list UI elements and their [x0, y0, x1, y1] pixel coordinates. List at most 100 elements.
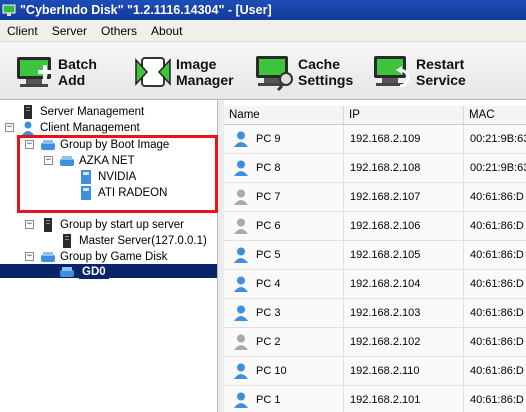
monitor-add-icon — [12, 52, 58, 92]
image-manager-button[interactable]: Image Manager — [130, 50, 234, 94]
cell-ip: 192.168.2.109 — [344, 125, 464, 154]
cache-settings-icon — [252, 52, 298, 92]
batch-add-label-1: Batch — [58, 56, 97, 72]
table-row[interactable]: PC 6 192.168.2.106 40:61:86:D — [224, 212, 526, 241]
server-icon — [20, 105, 36, 119]
pc-user-icon — [234, 276, 248, 292]
table-row[interactable]: PC 2 192.168.2.102 40:61:86:D — [224, 328, 526, 357]
cache-settings-button[interactable]: Cache Settings — [252, 50, 353, 94]
window-title: "CyberIndo Disk" "1.2.1116.14304" - [Use… — [20, 3, 272, 17]
tree-item-server-management[interactable]: Server Management — [20, 104, 144, 120]
cell-mac: 40:61:86:D — [464, 241, 526, 270]
menu-others[interactable]: Others — [94, 24, 144, 38]
menu-bar: Client Server Others About — [0, 20, 526, 42]
batch-add-label-2: Add — [58, 72, 86, 88]
cell-ip: 192.168.2.101 — [344, 386, 464, 412]
restart-service-label-2: Service — [416, 72, 466, 88]
cell-mac: 40:61:86:D — [464, 328, 526, 357]
cell-ip: 192.168.2.102 — [344, 328, 464, 357]
cell-mac: 00:21:9B:63 — [464, 125, 526, 154]
title-bar: "CyberIndo Disk" "1.2.1116.14304" - [Use… — [0, 0, 526, 20]
tree-item-gd0[interactable]: GD0 — [59, 264, 109, 280]
tree-label: GD0 — [79, 265, 109, 279]
tree-label: Master Server(127.0.0.1) — [79, 235, 207, 247]
image-manager-label-1: Image — [176, 56, 217, 72]
cell-name: PC 10 — [224, 357, 344, 386]
column-header-name[interactable]: Name — [224, 106, 344, 125]
pc-user-icon — [234, 392, 248, 408]
tree-label: Client Management — [40, 122, 140, 134]
tree-item-master-server[interactable]: Master Server(127.0.0.1) — [59, 233, 207, 249]
cell-mac: 40:61:86:D — [464, 212, 526, 241]
menu-server[interactable]: Server — [45, 24, 94, 38]
tree-label: Group by start up server — [60, 219, 184, 231]
pc-user-icon — [234, 218, 248, 234]
column-header-ip[interactable]: IP — [344, 106, 464, 125]
menu-client[interactable]: Client — [0, 24, 45, 38]
pc-user-icon — [234, 305, 248, 321]
cell-name: PC 7 — [224, 183, 344, 212]
cell-name: PC 9 — [224, 125, 344, 154]
table-row[interactable]: PC 5 192.168.2.105 40:61:86:D — [224, 241, 526, 270]
cell-name: PC 3 — [224, 299, 344, 328]
server-icon — [59, 234, 75, 248]
table-header: Name IP MAC — [224, 106, 526, 125]
image-manager-label-2: Manager — [176, 72, 234, 88]
cell-name: PC 6 — [224, 212, 344, 241]
table-row[interactable]: PC 3 192.168.2.103 40:61:86:D — [224, 299, 526, 328]
disk-group-icon — [40, 250, 56, 264]
tree-label: Group by Game Disk — [60, 251, 168, 263]
game-disk-icon — [59, 265, 75, 279]
cache-settings-label-2: Settings — [298, 72, 354, 88]
pc-user-icon — [234, 247, 248, 263]
table-row[interactable]: PC 1 192.168.2.101 40:61:86:D — [224, 386, 526, 412]
tree-item-group-by-game-disk[interactable]: Group by Game Disk — [40, 249, 167, 265]
collapse-toggle[interactable]: − — [25, 252, 34, 261]
cell-ip: 192.168.2.105 — [344, 241, 464, 270]
cell-mac: 40:61:86:D — [464, 183, 526, 212]
table-row[interactable]: PC 7 192.168.2.107 40:61:86:D — [224, 183, 526, 212]
cell-mac: 40:61:86:D — [464, 386, 526, 412]
cell-ip: 192.168.2.106 — [344, 212, 464, 241]
cell-mac: 40:61:86:D — [464, 270, 526, 299]
table-row[interactable]: PC 10 192.168.2.110 40:61:86:D — [224, 357, 526, 386]
toolbar: Batch Add Image Manager Cache Settings R… — [0, 42, 526, 100]
cell-name: PC 4 — [224, 270, 344, 299]
cell-name: PC 1 — [224, 386, 344, 412]
batch-add-button[interactable]: Batch Add — [12, 50, 97, 94]
restart-service-label-1: Restart — [416, 56, 465, 72]
server-icon — [40, 218, 56, 232]
table-row[interactable]: PC 8 192.168.2.108 00:21:9B:63 — [224, 154, 526, 183]
image-manager-icon — [130, 52, 176, 92]
column-header-mac[interactable]: MAC — [464, 106, 526, 125]
tree-item-client-management[interactable]: Client Management — [20, 120, 140, 136]
cell-name: PC 2 — [224, 328, 344, 357]
tree-label: Server Management — [40, 106, 145, 118]
pc-user-icon — [234, 131, 248, 147]
collapse-toggle[interactable]: − — [25, 220, 34, 229]
cell-name: PC 5 — [224, 241, 344, 270]
collapse-toggle[interactable]: − — [5, 123, 14, 132]
table-row[interactable]: PC 9 192.168.2.109 00:21:9B:63 — [224, 125, 526, 154]
cell-ip: 192.168.2.104 — [344, 270, 464, 299]
cell-ip: 192.168.2.107 — [344, 183, 464, 212]
cell-ip: 192.168.2.108 — [344, 154, 464, 183]
tree-item-group-by-startup-server[interactable]: Group by start up server — [40, 217, 184, 233]
highlight-box — [17, 135, 218, 213]
cache-settings-label-1: Cache — [298, 56, 341, 72]
app-icon — [2, 3, 16, 17]
cell-name: PC 8 — [224, 154, 344, 183]
user-icon — [20, 121, 36, 135]
menu-about[interactable]: About — [144, 24, 189, 38]
restart-service-button[interactable]: Restart Service — [370, 50, 466, 94]
cell-mac: 00:21:9B:63 — [464, 154, 526, 183]
table-row[interactable]: PC 4 192.168.2.104 40:61:86:D — [224, 270, 526, 299]
pc-user-icon — [234, 189, 248, 205]
restart-service-icon — [370, 52, 416, 92]
cell-mac: 40:61:86:D — [464, 357, 526, 386]
cell-mac: 40:61:86:D — [464, 299, 526, 328]
client-table: Name IP MAC PC 9 192.168.2.109 00:21:9B:63… — [224, 102, 526, 412]
cell-ip: 192.168.2.110 — [344, 357, 464, 386]
pc-user-icon — [234, 334, 248, 350]
pc-user-icon — [234, 160, 248, 176]
